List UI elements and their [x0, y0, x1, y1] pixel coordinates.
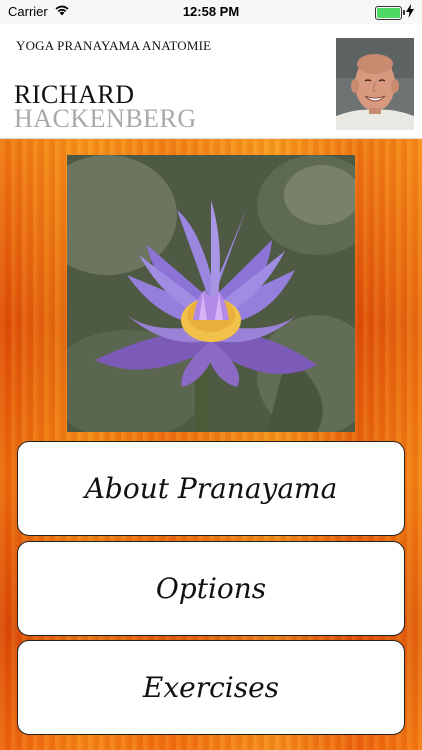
app-subtitle: YOGA PRANAYAMA ANATOMIE	[16, 38, 212, 53]
lotus-flower-image	[67, 155, 355, 432]
author-photo	[336, 38, 414, 130]
options-button[interactable]: Options	[17, 541, 405, 636]
main-content: About Pranayama Options Exercises	[0, 139, 422, 750]
author-last-name: HACKENBERG	[14, 104, 197, 133]
status-bar: Carrier 12:58 PM	[0, 0, 422, 24]
exercises-button[interactable]: Exercises	[17, 640, 405, 735]
battery-icon	[375, 6, 405, 20]
battery-nub	[403, 10, 405, 15]
header: YOGA PRANAYAMA ANATOMIE RICHARD HACKENBE…	[0, 24, 422, 139]
about-pranayama-button[interactable]: About Pranayama	[17, 441, 405, 536]
charging-bolt-icon	[406, 4, 414, 18]
status-time: 12:58 PM	[182, 4, 240, 19]
battery-fill	[377, 8, 400, 18]
